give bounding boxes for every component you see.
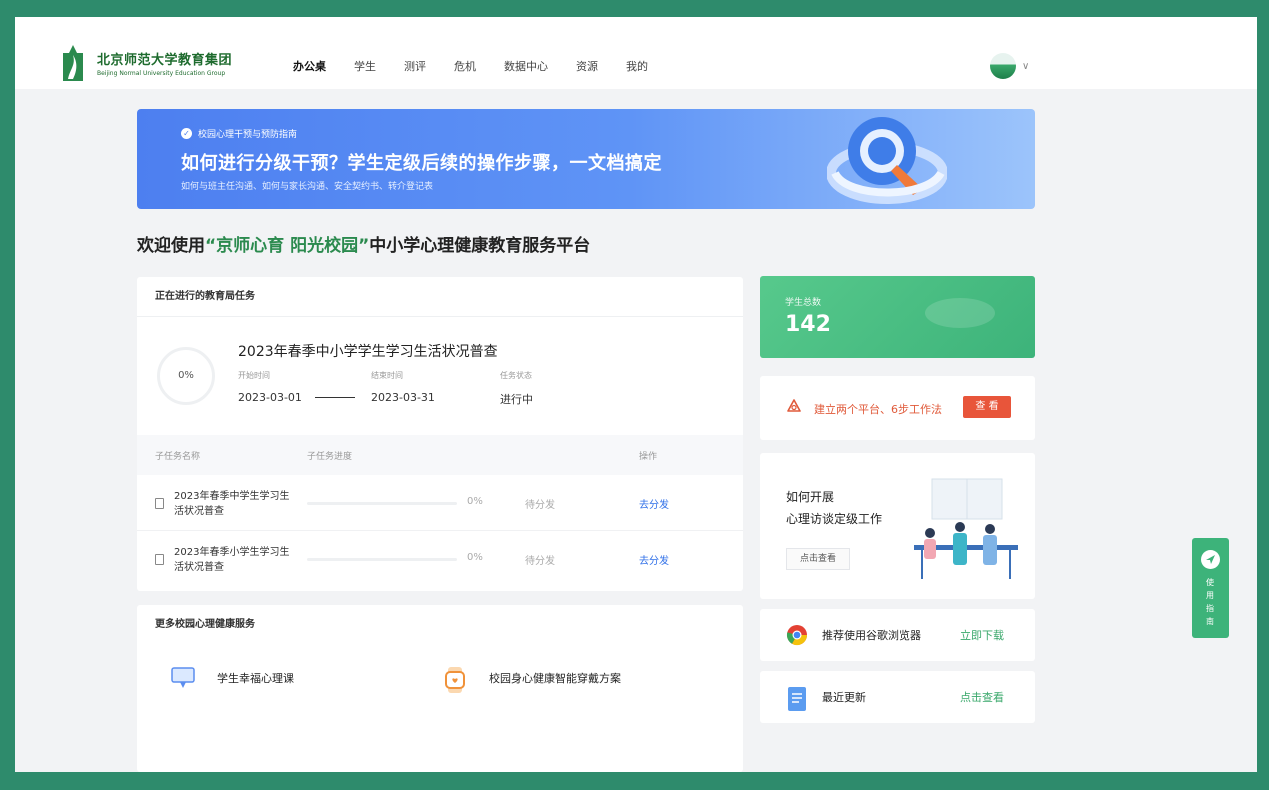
col-actions: 操作 (639, 452, 658, 462)
service-smart-wearable[interactable]: 校园身心健康智能穿戴方案 (443, 667, 621, 693)
view-button[interactable]: 查 看 (963, 396, 1011, 418)
platform-name: “京师心育 阳光校园” (205, 236, 370, 256)
col-subtask-progress: 子任务进度 (307, 452, 353, 462)
main-nav: 办公桌 学生 测评 危机 数据中心 资源 我的 (293, 58, 676, 74)
guide-view-button[interactable]: 点击查看 (786, 548, 850, 570)
banner-subtitle: 如何与班主任沟通、如何与家长沟通、安全契约书、转介登记表 (181, 182, 434, 192)
document-list-icon (786, 686, 808, 711)
end-time-label: 结束时间 (371, 371, 403, 380)
welcome-heading: 欢迎使用“京师心育 阳光校园”中小学心理健康教育服务平台 (137, 231, 590, 256)
promo-banner[interactable]: ✓ 校园心理干预与预防指南 如何进行分级干预？学生定级后续的操作步骤，一文档搞定… (137, 109, 1035, 209)
subtask-progress-text: 0% (467, 496, 483, 507)
logo-title: 北京师范大学教育集团 (97, 53, 233, 68)
decorative-shape (925, 298, 995, 328)
meeting-illustration-icon (914, 478, 1018, 579)
nav-item-mine[interactable]: 我的 (626, 58, 648, 74)
date-range-divider (315, 397, 355, 398)
subtask-table-header: 子任务名称 子任务进度 操作 (137, 435, 743, 475)
table-row: 2023年春季中学生学习生活状况普查 0% 待分发 去分发 (137, 475, 743, 531)
task-status-label: 任务状态 (500, 371, 532, 380)
logo-icon (61, 43, 85, 83)
chrome-recommend-text: 推荐使用谷歌浏览器 (822, 629, 921, 642)
subtask-progress-bar (307, 558, 457, 561)
task-section-title: 正在进行的教育局任务 (137, 277, 743, 317)
welcome-suffix: 中小学心理健康教育服务平台 (369, 236, 591, 256)
user-menu[interactable]: ∨ (990, 53, 1029, 79)
monitor-icon (171, 667, 195, 689)
service-label: 校园身心健康智能穿戴方案 (489, 672, 621, 685)
updates-view-link[interactable]: 点击查看 (960, 689, 1004, 705)
task-title[interactable]: 2023年春季中小学学生学习生活状况普查 (238, 341, 498, 361)
service-label: 学生幸福心理课 (217, 672, 294, 685)
subtask-status: 待分发 (525, 500, 555, 511)
welcome-prefix: 欢迎使用 (137, 236, 205, 256)
ongoing-task-card: 正在进行的教育局任务 0% 2023年春季中小学学生学习生活状况普查 开始时间 … (137, 277, 743, 591)
usage-guide-button[interactable]: 使用指南 (1192, 538, 1229, 638)
document-icon (155, 498, 164, 509)
recent-updates-card: 最近更新 点击查看 (760, 671, 1035, 723)
start-time-value: 2023-03-01 (238, 391, 302, 404)
subtask-progress-bar (307, 502, 457, 505)
student-total-label: 学生总数 (785, 298, 822, 308)
services-section-title: 更多校园心理健康服务 (155, 619, 255, 630)
subtask-name: 2023年春季小学生学习生活状况普查 (174, 547, 290, 573)
chrome-recommend-card: 推荐使用谷歌浏览器 立即下载 (760, 609, 1035, 661)
usage-guide-label: 使用指南 (1206, 578, 1214, 626)
main-content: ✓ 校园心理干预与预防指南 如何进行分级干预？学生定级后续的操作步骤，一文档搞定… (15, 89, 1257, 772)
distribute-link[interactable]: 去分发 (639, 552, 669, 567)
subtask-progress-text: 0% (467, 552, 483, 563)
nav-item-students[interactable]: 学生 (354, 58, 376, 74)
check-circle-icon: ✓ (181, 128, 192, 139)
avatar[interactable] (990, 53, 1016, 79)
col-subtask-name: 子任务名称 (155, 452, 201, 462)
subtask-name: 2023年春季中学生学习生活状况普查 (174, 491, 290, 517)
task-progress-ring: 0% (157, 347, 215, 405)
logo[interactable]: 北京师范大学教育集团 Beijing Normal University Edu… (61, 43, 232, 83)
nav-item-resources[interactable]: 资源 (576, 58, 598, 74)
chevron-down-icon[interactable]: ∨ (1022, 61, 1029, 72)
download-link[interactable]: 立即下载 (960, 627, 1004, 643)
nav-item-crisis[interactable]: 危机 (454, 58, 476, 74)
navigation-icon (1201, 550, 1220, 569)
subtask-status: 待分发 (525, 556, 555, 567)
app-window: 北京师范大学教育集团 Beijing Normal University Edu… (15, 17, 1257, 772)
student-total-card[interactable]: 学生总数 142 (760, 276, 1035, 358)
work-method-card: 建立两个平台、6步工作法 查 看 (760, 376, 1035, 440)
smartwatch-icon (443, 667, 467, 693)
task-status-value: 进行中 (500, 393, 533, 406)
banner-title: 如何进行分级干预？学生定级后续的操作步骤，一文档搞定 (181, 153, 662, 174)
service-happy-psychology-course[interactable]: 学生幸福心理课 (171, 667, 294, 689)
distribute-link[interactable]: 去分发 (639, 496, 669, 511)
table-row: 2023年春季小学生学习生活状况普查 0% 待分发 去分发 (137, 531, 743, 587)
nav-item-assessment[interactable]: 测评 (404, 58, 426, 74)
nav-item-data-center[interactable]: 数据中心 (504, 58, 548, 74)
more-services-card: 更多校园心理健康服务 学生幸福心理课 校园身心健康智能穿戴方案 (137, 605, 743, 772)
nav-item-desk[interactable]: 办公桌 (293, 58, 326, 74)
document-icon (155, 554, 164, 565)
recent-updates-text: 最近更新 (822, 691, 866, 704)
search-illustration-icon (827, 117, 947, 204)
student-total-value: 142 (785, 312, 831, 337)
logo-subtitle: Beijing Normal University Education Grou… (97, 70, 226, 77)
guide-title: 如何开展 心理访谈定级工作 (786, 486, 882, 530)
banner-tag-text: 校园心理干预与预防指南 (198, 130, 298, 140)
start-time-label: 开始时间 (238, 371, 270, 380)
top-header: 北京师范大学教育集团 Beijing Normal University Edu… (15, 17, 1257, 89)
banner-tag: ✓ 校园心理干预与预防指南 (181, 127, 297, 140)
end-time-value: 2023-03-31 (371, 391, 435, 404)
guide-title-line2: 心理访谈定级工作 (786, 512, 883, 526)
work-method-text: 建立两个平台、6步工作法 (814, 403, 942, 416)
interview-guide-card: 如何开展 心理访谈定级工作 点击查看 (760, 453, 1035, 599)
chrome-icon (786, 624, 808, 646)
recycle-icon (786, 399, 802, 415)
guide-title-line1: 如何开展 (786, 490, 835, 504)
